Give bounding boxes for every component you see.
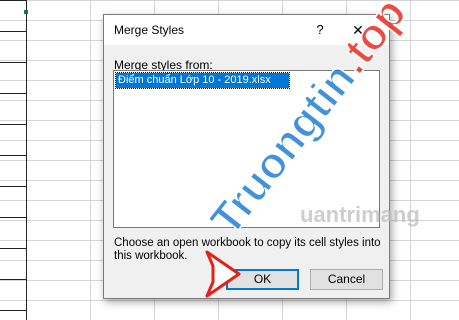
list-item-selected-workbook[interactable]: Điểm chuẩn Lớp 10 - 2019.xlsx [115,72,290,89]
help-icon[interactable]: ? [309,21,331,39]
merge-styles-dialog: Merge Styles ? ✕ Merge styles from: Điểm… [103,14,390,299]
red-arrow-icon [205,250,241,298]
cancel-button[interactable]: Cancel [310,269,383,290]
dialog-titlebar: Merge Styles ? ✕ [104,15,389,45]
arrow-shape [205,250,241,298]
dialog-title: Merge Styles [114,23,185,37]
workbook-listbox[interactable]: Điểm chuẩn Lớp 10 - 2019.xlsx [113,70,380,228]
close-icon[interactable]: ✕ [347,21,369,39]
spreadsheet-column-a [0,0,27,320]
instruction-text: Choose an open workbook to copy its cell… [114,237,381,262]
fill-handle[interactable] [24,10,28,14]
